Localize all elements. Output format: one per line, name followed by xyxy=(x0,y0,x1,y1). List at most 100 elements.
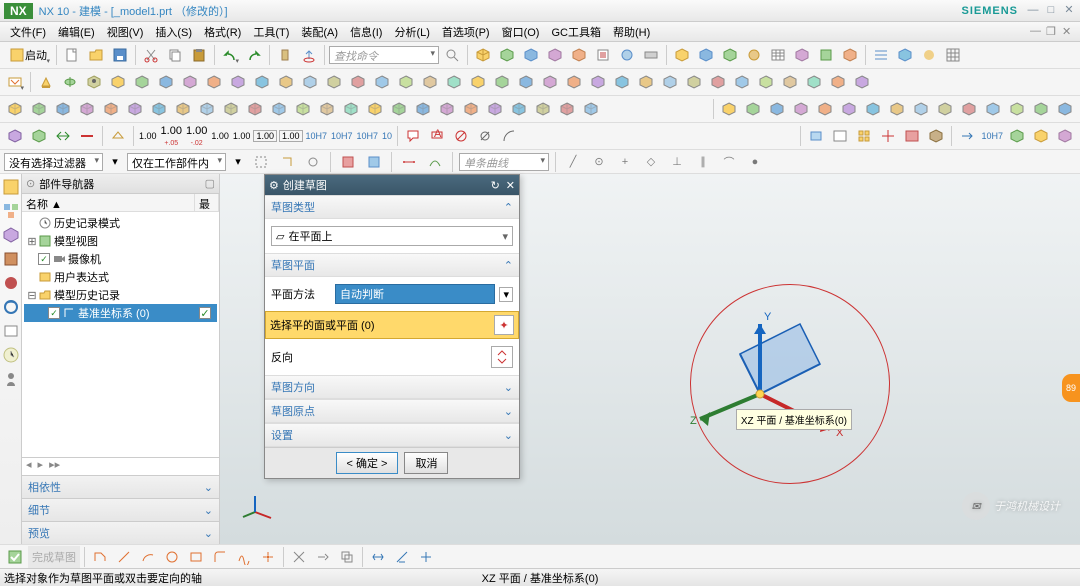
feat-row1-icon-0[interactable] xyxy=(107,71,129,93)
copy-icon[interactable] xyxy=(164,44,186,66)
sel-icon-2[interactable] xyxy=(276,151,298,173)
feat-row2-icon-12[interactable] xyxy=(292,98,314,120)
maximize-button[interactable]: □ xyxy=(1044,4,1058,18)
feat-row2-icon-11[interactable] xyxy=(268,98,290,120)
menu-preferences[interactable]: 首选项(P) xyxy=(436,22,496,42)
feat-row1-icon-3[interactable] xyxy=(179,71,201,93)
menu-window[interactable]: 窗口(O) xyxy=(496,22,546,42)
feat-row2-icon-7[interactable] xyxy=(172,98,194,120)
sel-icon-4[interactable] xyxy=(337,151,359,173)
dim-tol-1[interactable]: 10H7 xyxy=(305,131,329,141)
snap-icon-5[interactable]: ⊥ xyxy=(666,151,688,173)
sel-icon-1[interactable] xyxy=(250,151,272,173)
radius-icon[interactable] xyxy=(498,125,520,147)
menu-edit[interactable]: 编辑(E) xyxy=(52,22,101,42)
tree-user-expr[interactable]: 用户表达式 xyxy=(24,268,217,286)
sk-line-icon[interactable] xyxy=(113,546,135,568)
feat-row1-icon-31[interactable] xyxy=(851,71,873,93)
sel-icon-6[interactable] xyxy=(398,151,420,173)
scroll-left-icon[interactable]: ◂ xyxy=(26,458,32,475)
arrow-icon[interactable] xyxy=(956,125,978,147)
feat-row1-icon-10[interactable] xyxy=(347,71,369,93)
annotation-icon-2[interactable]: A xyxy=(426,125,448,147)
datum-icon-3[interactable] xyxy=(853,125,875,147)
feat-row1-icon-26[interactable] xyxy=(731,71,753,93)
feat-row1-icon-11[interactable] xyxy=(371,71,393,93)
feat-row1-icon-2[interactable] xyxy=(155,71,177,93)
menu-gc-toolbox[interactable]: GC工具箱 xyxy=(545,22,607,42)
curve-rule-select[interactable]: 单条曲线 xyxy=(459,153,549,171)
filter-dropdown-icon[interactable]: ▾ xyxy=(107,154,123,170)
feature-icon-5[interactable] xyxy=(568,44,590,66)
feat-row2-icon-17[interactable] xyxy=(412,98,434,120)
part-navigator-tab[interactable] xyxy=(2,178,20,196)
plane-method-select[interactable]: 自动判断 xyxy=(335,284,495,304)
sk-rect-icon[interactable] xyxy=(185,546,207,568)
feat-row2-right-icon-0[interactable] xyxy=(718,98,740,120)
dialog-close-icon[interactable]: ✕ xyxy=(506,179,515,192)
sk-extend-icon[interactable] xyxy=(312,546,334,568)
dim-val-4[interactable]: 1.00 xyxy=(210,131,230,141)
feature-icon-4[interactable] xyxy=(544,44,566,66)
filter-type-select[interactable]: 没有选择过滤器 xyxy=(4,153,103,171)
new-file-icon[interactable] xyxy=(61,44,83,66)
feat-row2-icon-15[interactable] xyxy=(364,98,386,120)
select-plane-row[interactable]: 选择平的面或平面 (0) ✦ xyxy=(265,311,519,339)
feat-row2-icon-18[interactable] xyxy=(436,98,458,120)
sk-constraint-icon[interactable] xyxy=(391,546,413,568)
dim-tol-4[interactable]: 10 xyxy=(381,131,393,141)
feat-row2-icon-9[interactable] xyxy=(220,98,242,120)
feat-row2-icon-20[interactable] xyxy=(484,98,506,120)
feature-icon-12[interactable] xyxy=(743,44,765,66)
dialog-reset-icon[interactable]: ↻ xyxy=(491,179,500,192)
scroll-end-icon[interactable]: ▸▸ xyxy=(49,458,60,475)
feature-icon-13[interactable] xyxy=(791,44,813,66)
gear-icon[interactable]: ⚙ xyxy=(269,179,279,192)
menu-view[interactable]: 视图(V) xyxy=(101,22,150,42)
snap-icon-7[interactable]: ⌒ xyxy=(718,151,740,173)
hole-icon[interactable] xyxy=(83,71,105,93)
constraint-navigator-tab[interactable] xyxy=(2,226,20,244)
feat-row2-icon-4[interactable] xyxy=(100,98,122,120)
spreadsheet-icon[interactable] xyxy=(767,44,789,66)
dim-val-3[interactable]: 1.00-.02 xyxy=(185,125,208,147)
feat-row2-icon-3[interactable] xyxy=(76,98,98,120)
acc-details[interactable]: 细节⌄ xyxy=(22,498,219,521)
command-search[interactable]: 查找命令 xyxy=(329,46,439,64)
graphics-viewport[interactable]: ⚙ 创建草图 ↻ ✕ 草图类型⌃ ▱ 在平面上 草图平面⌃ 平面方法 自动判断 xyxy=(220,174,1080,544)
dim-val-5[interactable]: 1.00 xyxy=(232,131,252,141)
feat-row1-icon-6[interactable] xyxy=(251,71,273,93)
diameter-icon[interactable] xyxy=(474,125,496,147)
datum-icon-6[interactable] xyxy=(925,125,947,147)
tree-model-history[interactable]: ⊟模型历史记录 xyxy=(24,286,217,304)
feat-row2-icon-10[interactable] xyxy=(244,98,266,120)
feat-row1-icon-21[interactable] xyxy=(611,71,633,93)
feat-row1-icon-12[interactable] xyxy=(395,71,417,93)
slash-circle-icon[interactable] xyxy=(450,125,472,147)
feat-row2-icon-5[interactable] xyxy=(124,98,146,120)
feat-row1-icon-28[interactable] xyxy=(779,71,801,93)
tree-datum-csys[interactable]: ✓基准坐标系 (0)✓ xyxy=(24,304,217,322)
dim-tol-2[interactable]: 10H7 xyxy=(330,131,354,141)
ok-button[interactable]: < 确定 > xyxy=(336,452,399,474)
feat-row2-right-icon-8[interactable] xyxy=(910,98,932,120)
section-sketch-origin[interactable]: 草图原点⌄ xyxy=(265,399,519,423)
help-tab[interactable] xyxy=(2,370,20,388)
acc-dependency[interactable]: 相依性⌄ xyxy=(22,475,219,498)
hd3d-tab[interactable] xyxy=(2,274,20,292)
datum-icon-1[interactable] xyxy=(805,125,827,147)
col-name[interactable]: 名称 ▲ xyxy=(22,194,195,211)
cut-icon[interactable] xyxy=(140,44,162,66)
sk-offset-icon[interactable] xyxy=(336,546,358,568)
snap-icon-1[interactable]: ╱ xyxy=(562,151,584,173)
scroll-right-icon[interactable]: ▸ xyxy=(38,458,44,475)
feat-row1-icon-14[interactable] xyxy=(443,71,465,93)
menu-file[interactable]: 文件(F) xyxy=(4,22,52,42)
menu-tools[interactable]: 工具(T) xyxy=(247,22,295,42)
feat-row1-icon-27[interactable] xyxy=(755,71,777,93)
finish-sketch-label[interactable]: 完成草图 xyxy=(28,546,80,568)
sk-profile-icon[interactable] xyxy=(89,546,111,568)
redo-icon[interactable] xyxy=(243,44,265,66)
feature-icon-2[interactable] xyxy=(496,44,518,66)
feat-row1-icon-16[interactable] xyxy=(491,71,513,93)
